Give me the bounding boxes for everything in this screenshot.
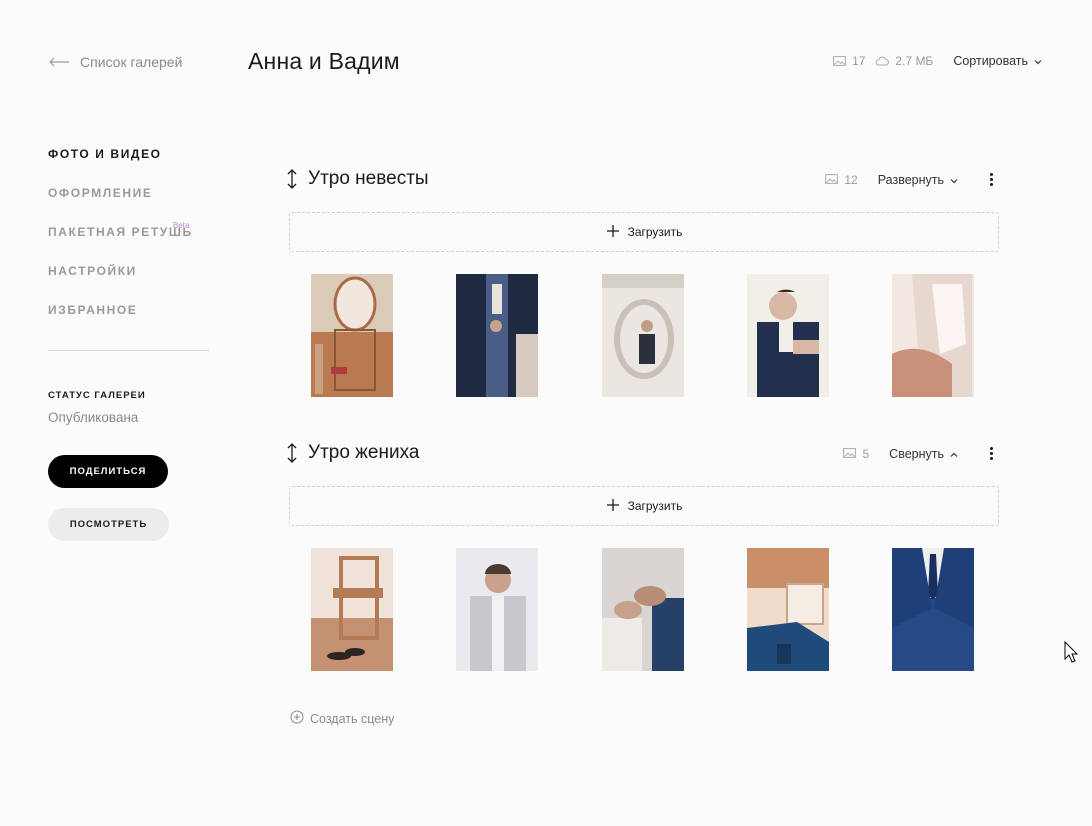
upload-label: Загрузить (627, 225, 683, 239)
scene-controls: 5 Свернуть (843, 445, 997, 462)
storage-size: 2.7 МБ (875, 54, 933, 68)
toggle-label: Свернуть (889, 446, 944, 461)
plus-circle-icon (290, 710, 304, 727)
photo-thumbnail[interactable] (456, 274, 538, 397)
kebab-menu-icon[interactable] (986, 171, 997, 188)
scene-photo-count: 12 (825, 172, 858, 187)
mouse-pointer-icon (1064, 640, 1079, 668)
gallery-status-label: СТАТУС ГАЛЕРЕИ (48, 390, 146, 401)
photo-thumbnail[interactable] (602, 274, 684, 397)
toggle-label: Развернуть (877, 172, 944, 187)
plus-icon (606, 224, 620, 241)
gallery-meta: 17 2.7 МБ Сортировать (833, 54, 1042, 68)
scene-title: Утро невесты (308, 168, 429, 189)
drag-handle-icon[interactable] (286, 442, 298, 464)
page-title: Анна и Вадим (248, 48, 400, 74)
chevron-down-icon (1034, 54, 1042, 68)
create-scene-button[interactable]: Создать сцену (290, 710, 394, 727)
image-icon (833, 56, 846, 66)
cloud-icon (875, 56, 890, 66)
image-icon (825, 173, 839, 187)
sidebar-item-favorites[interactable]: ИЗБРАННОЕ (48, 301, 193, 340)
scene-title: Утро жениха (308, 442, 420, 463)
drag-handle-icon[interactable] (286, 168, 298, 190)
scene-photo-count: 5 (843, 447, 869, 461)
storage-size-value: 2.7 МБ (895, 54, 934, 68)
photo-thumbnail[interactable] (311, 274, 393, 397)
sidebar-item-photos-videos[interactable]: ФОТО И ВИДЕО (48, 145, 193, 184)
photo-count-value: 17 (852, 54, 866, 68)
upload-dropzone[interactable]: Загрузить (289, 212, 999, 252)
scene-header: Утро жениха (286, 442, 419, 464)
sidebar-item-label: ПАКЕТНАЯ РЕТУШЬ (48, 225, 193, 239)
scene-header: Утро невесты (286, 168, 429, 190)
view-button[interactable]: ПОСМОТРЕТЬ (48, 508, 169, 541)
sort-dropdown[interactable]: Сортировать (953, 54, 1042, 68)
scene-photo-count-value: 5 (862, 446, 870, 461)
sidebar-item-label: ИЗБРАННОЕ (48, 303, 138, 317)
share-button[interactable]: ПОДЕЛИТЬСЯ (48, 455, 168, 488)
sort-label: Сортировать (953, 54, 1028, 68)
arrow-left-icon (48, 57, 70, 67)
sidebar-item-design[interactable]: ОФОРМЛЕНИЕ (48, 184, 193, 223)
sidebar-item-batch-retouch[interactable]: ПАКЕТНАЯ РЕТУШЬ Beta (48, 221, 193, 262)
gallery-status-value: Опубликована (48, 410, 139, 425)
photo-thumbnail[interactable] (747, 274, 829, 397)
photo-thumbnail[interactable] (602, 548, 684, 671)
photo-count: 17 (833, 54, 865, 68)
back-link-label: Список галерей (80, 54, 183, 70)
chevron-up-icon (950, 447, 958, 461)
photo-thumbnail[interactable] (747, 548, 829, 671)
photo-grid (311, 548, 977, 672)
upload-label: Загрузить (627, 499, 683, 513)
chevron-down-icon (950, 173, 958, 187)
sidebar-nav: ФОТО И ВИДЕО ОФОРМЛЕНИЕ ПАКЕТНАЯ РЕТУШЬ … (48, 145, 193, 340)
image-icon (843, 447, 857, 461)
sidebar-item-label: НАСТРОЙКИ (48, 264, 137, 278)
back-to-galleries-link[interactable]: Список галерей (48, 54, 182, 70)
upload-dropzone[interactable]: Загрузить (289, 486, 999, 526)
sidebar-item-settings[interactable]: НАСТРОЙКИ (48, 262, 193, 301)
photo-thumbnail[interactable] (456, 548, 538, 671)
photo-thumbnail[interactable] (892, 548, 974, 671)
photo-thumbnail[interactable] (892, 274, 974, 397)
expand-button[interactable]: Развернуть (878, 173, 958, 187)
sidebar-item-label: ФОТО И ВИДЕО (48, 147, 162, 161)
plus-icon (606, 498, 620, 515)
sidebar-item-label: ОФОРМЛЕНИЕ (48, 186, 153, 200)
scene-photo-count-value: 12 (844, 172, 858, 187)
sidebar-divider (48, 350, 209, 351)
collapse-button[interactable]: Свернуть (889, 447, 958, 461)
kebab-menu-icon[interactable] (986, 445, 997, 462)
photo-thumbnail[interactable] (311, 548, 393, 671)
photo-grid (311, 274, 977, 398)
scene-controls: 12 Развернуть (825, 171, 997, 188)
beta-badge: Beta (173, 221, 190, 230)
create-scene-label: Создать сцену (310, 711, 395, 726)
